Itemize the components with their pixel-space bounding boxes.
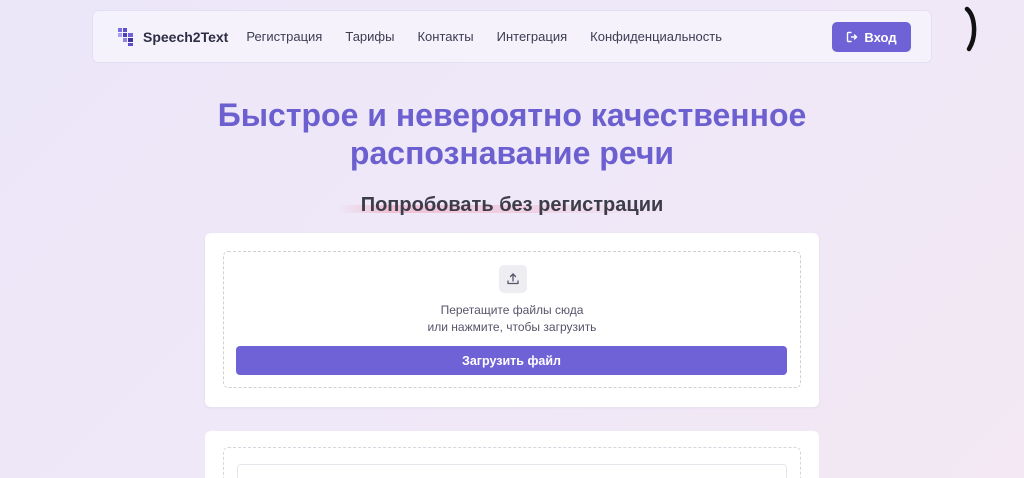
nav-link-registration[interactable]: Регистрация [246, 29, 322, 44]
drop-text-line2: или нажмите, чтобы загрузить [427, 320, 597, 334]
brand[interactable]: Speech2Text [118, 27, 229, 46]
brand-name: Speech2Text [143, 28, 229, 45]
login-label: Вход [864, 29, 897, 45]
file-dropzone[interactable]: Перетащите файлы сюда или нажмите, чтобы… [223, 251, 801, 388]
subtitle: Попробовать без регистрации [338, 194, 668, 217]
subtitle-section: Попробовать без регистрации [0, 194, 1024, 217]
nav-link-pricing[interactable]: Тарифы [345, 29, 394, 44]
top-navbar: Speech2Text Регистрация Тарифы Контакты … [92, 10, 932, 63]
upload-icon [507, 273, 519, 285]
upload-icon-box [499, 265, 527, 293]
hero-title: Быстрое и невероятно качественное распоз… [0, 96, 1024, 172]
result-inner-box [237, 464, 787, 478]
drop-instructions: Перетащите файлы сюда или нажмите, чтобы… [224, 302, 800, 336]
bracket-scribble [964, 6, 977, 52]
grid-logo-icon [118, 27, 133, 46]
nav-link-integration[interactable]: Интеграция [497, 29, 568, 44]
drop-text-line1: Перетащите файлы сюда [440, 303, 584, 317]
subtitle-text: Попробовать без регистрации [360, 194, 664, 216]
login-icon [847, 31, 858, 43]
upload-card: Перетащите файлы сюда или нажмите, чтобы… [205, 233, 819, 407]
hero-title-line1: Быстрое и невероятно качественное [217, 97, 807, 133]
result-card [205, 431, 819, 478]
hero-title-line2: распознавание речи [349, 135, 675, 171]
nav-link-privacy[interactable]: Конфиденциальность [590, 29, 722, 44]
nav-links: Регистрация Тарифы Контакты Интеграция К… [246, 29, 745, 44]
login-button[interactable]: Вход [832, 22, 911, 52]
nav-link-contacts[interactable]: Контакты [417, 29, 473, 44]
upload-file-button[interactable]: Загрузить файл [236, 346, 787, 375]
